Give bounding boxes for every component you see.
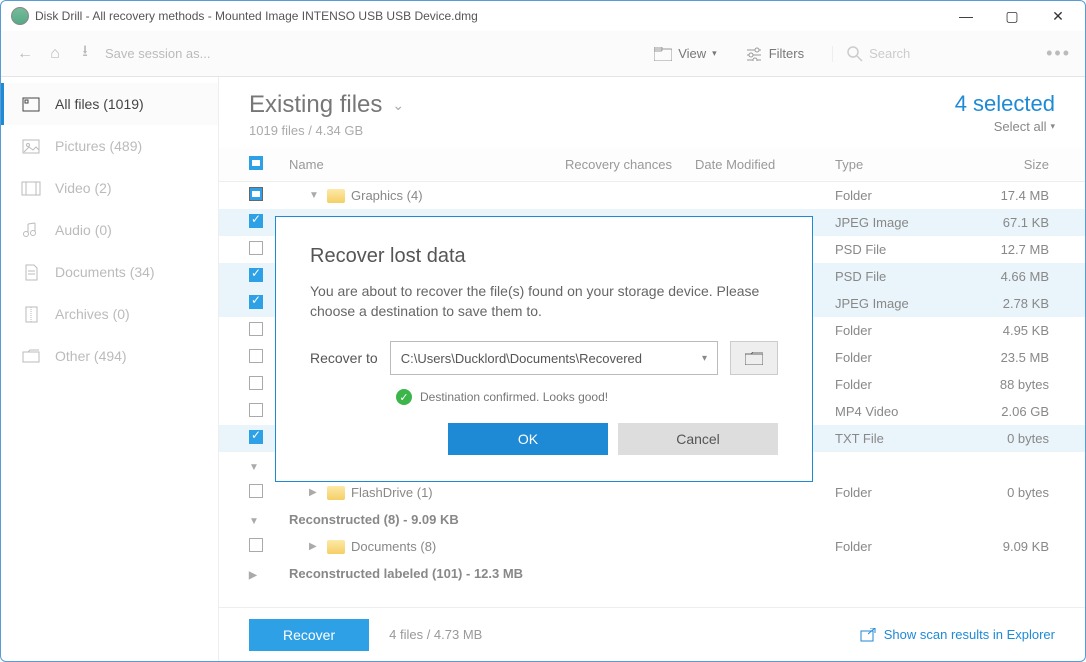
sliders-icon [745,47,763,61]
pictures-icon [21,137,41,155]
row-checkbox[interactable] [249,241,263,255]
save-session[interactable]: Save session as... [105,46,211,61]
view-menu[interactable]: View ▾ [654,46,716,61]
expand-icon[interactable]: ▶ [309,541,327,552]
page-subtitle: 1019 files / 4.34 GB [249,123,404,138]
col-name[interactable]: Name [289,157,565,172]
col-size[interactable]: Size [955,157,1055,172]
app-icon [11,7,29,25]
sidebar-item-label: Other (494) [55,348,127,364]
sidebar-item-audio[interactable]: Audio (0) [1,209,218,251]
expand-icon[interactable]: ▼ [249,462,267,473]
row-checkbox[interactable] [249,295,263,309]
sidebar-item-pictures[interactable]: Pictures (489) [1,125,218,167]
sidebar-item-allfiles[interactable]: All files (1019) [1,83,218,125]
footer-stat: 4 files / 4.73 MB [389,627,482,642]
recover-dialog: Recover lost data You are about to recov… [275,216,813,482]
table-row[interactable]: ▶Documents (8) Folder 9.09 KB [219,533,1085,560]
check-icon: ✓ [396,389,412,405]
maximize-button[interactable]: ▢ [989,1,1035,31]
row-checkbox[interactable] [249,349,263,363]
select-all[interactable]: Select all ▾ [955,119,1055,134]
row-checkbox[interactable] [249,538,263,552]
sidebar: All files (1019) Pictures (489) Video (2… [1,77,219,661]
row-checkbox[interactable] [249,187,263,201]
destination-path[interactable]: C:\Users\Ducklord\Documents\Recovered ▾ [390,341,718,375]
folder-icon [327,540,345,554]
col-type[interactable]: Type [835,157,955,172]
folder-icon [745,352,763,365]
row-checkbox[interactable] [249,322,263,336]
folder-icon [327,486,345,500]
sidebar-item-archives[interactable]: Archives (0) [1,293,218,335]
sidebar-item-label: All files (1019) [55,96,144,112]
table-header: Name Recovery chances Date Modified Type… [219,148,1085,182]
window-title: Disk Drill - All recovery methods - Moun… [35,9,943,23]
row-checkbox[interactable] [249,214,263,228]
filters-button[interactable]: Filters [745,46,804,61]
footer: Recover 4 files / 4.73 MB Show scan resu… [219,607,1085,661]
row-checkbox[interactable] [249,268,263,282]
cancel-button[interactable]: Cancel [618,423,778,455]
sidebar-item-label: Pictures (489) [55,138,142,154]
more-menu[interactable]: ••• [1046,43,1071,64]
documents-icon [21,263,41,281]
dialog-title: Recover lost data [310,245,778,268]
recover-to-label: Recover to [310,350,378,366]
table-row[interactable]: ▶FlashDrive (1) Folder 0 bytes [219,479,1085,506]
archives-icon [21,305,41,323]
sidebar-item-documents[interactable]: Documents (34) [1,251,218,293]
recover-button[interactable]: Recover [249,619,369,651]
show-in-explorer[interactable]: Show scan results in Explorer [860,627,1055,642]
dialog-body: You are about to recover the file(s) fou… [310,282,778,321]
col-date[interactable]: Date Modified [695,157,835,172]
sidebar-item-label: Archives (0) [55,306,130,322]
back-icon[interactable]: ← [15,45,35,63]
other-icon [21,347,41,365]
external-icon [860,628,876,642]
table-group[interactable]: ▼ Reconstructed (8) - 9.09 KB [219,506,1085,533]
folder-icon [327,189,345,203]
search-icon [847,46,863,62]
selection-count: 4 selected [955,91,1055,117]
expand-icon[interactable]: ▼ [309,190,327,201]
folder-icon [654,47,672,61]
minimize-button[interactable]: — [943,1,989,31]
sidebar-item-label: Documents (34) [55,264,155,280]
table-group[interactable]: ▶ Reconstructed labeled (101) - 12.3 MB [219,560,1085,587]
audio-icon [21,221,41,239]
row-checkbox[interactable] [249,430,263,444]
select-all-checkbox[interactable] [249,156,263,170]
row-checkbox[interactable] [249,484,263,498]
chevron-down-icon: ▾ [1050,121,1055,132]
search-placeholder: Search [869,46,910,61]
chevron-down-icon[interactable]: ⌄ [392,97,404,114]
destination-confirmed: ✓ Destination confirmed. Looks good! [396,389,778,405]
sidebar-item-label: Video (2) [55,180,112,196]
chevron-down-icon: ▾ [702,353,707,364]
close-button[interactable]: ✕ [1035,1,1081,31]
sidebar-item-label: Audio (0) [55,222,112,238]
search-box[interactable]: Search [832,46,1032,62]
chevron-down-icon: ▾ [712,48,717,59]
toolbar: ← ⌂ ⭳ Save session as... View ▾ Filters … [1,31,1085,77]
row-checkbox[interactable] [249,376,263,390]
video-icon [21,179,41,197]
row-checkbox[interactable] [249,403,263,417]
table-row[interactable]: ▼Graphics (4) Folder 17.4 MB [219,182,1085,209]
home-icon[interactable]: ⌂ [45,45,65,63]
browse-button[interactable] [730,341,778,375]
page-title: Existing files ⌄ [249,91,404,119]
download-icon[interactable]: ⭳ [75,40,95,67]
ok-button[interactable]: OK [448,423,608,455]
expand-icon[interactable]: ▶ [309,487,327,498]
files-icon [21,95,41,113]
col-recovery[interactable]: Recovery chances [565,157,695,172]
titlebar: Disk Drill - All recovery methods - Moun… [1,1,1085,31]
sidebar-item-video[interactable]: Video (2) [1,167,218,209]
expand-icon[interactable]: ▼ [249,516,267,527]
expand-icon[interactable]: ▶ [249,570,267,581]
sidebar-item-other[interactable]: Other (494) [1,335,218,377]
